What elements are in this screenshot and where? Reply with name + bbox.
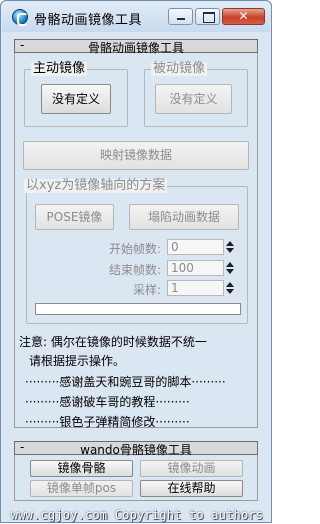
sample-spinner[interactable]: 1 xyxy=(167,280,234,296)
passive-mirror-button-label: 没有定义 xyxy=(169,92,218,106)
start-frame-value: 0 xyxy=(171,240,179,254)
minimize-button[interactable] xyxy=(168,8,193,25)
rollout-header-wando-tool[interactable]: - wando骨骼镜像工具 xyxy=(14,440,258,457)
end-frame-value: 100 xyxy=(171,261,194,275)
passive-mirror-label: 被动镜像 xyxy=(151,61,208,76)
end-frame-label: 结束帧数: xyxy=(108,263,161,277)
spinner-arrows-icon[interactable] xyxy=(225,280,235,296)
sample-label: 采样: xyxy=(132,283,161,297)
active-mirror-button[interactable]: 没有定义 xyxy=(41,84,111,114)
mirror-single-frame-label: 镜像单帧pos xyxy=(46,481,117,495)
pose-mirror-label: POSE镜像 xyxy=(46,210,103,224)
app-icon xyxy=(12,9,28,26)
maximize-button[interactable] xyxy=(195,8,220,25)
active-mirror-label: 主动镜像 xyxy=(31,61,88,76)
axis-scheme-group: 以xyz为镜像轴向的方案 POSE镜像 塌陷动画数据 开始帧数: 0 结束帧数:… xyxy=(24,179,248,324)
mirror-anim-label: 镜像动画 xyxy=(167,461,216,475)
start-frame-label: 开始帧数: xyxy=(108,242,161,256)
progress-bar xyxy=(35,303,241,315)
online-help-button[interactable]: 在线帮助 xyxy=(140,480,243,497)
end-frame-spinner[interactable]: 100 xyxy=(167,260,234,276)
rollout-body-wando-tool: 镜像骨骼 镜像动画 镜像单帧pos 在线帮助 xyxy=(14,455,258,501)
mirror-bone-button[interactable]: 镜像骨骼 xyxy=(30,460,133,477)
spinner-arrows-icon[interactable] xyxy=(225,239,235,255)
app-window: 骨骼动画镜像工具 ✕ - 骨骼动画镜像工具 主动镜像 没有定义 被动镜像 没有定… xyxy=(0,0,272,523)
map-mirror-data-label: 映射镜像数据 xyxy=(99,148,172,162)
collapse-anim-button[interactable]: 塌陷动画数据 xyxy=(129,204,239,230)
active-mirror-button-label: 没有定义 xyxy=(51,92,100,106)
note-line-4: ·········感谢破车哥的教程········· xyxy=(25,395,190,409)
sample-value: 1 xyxy=(171,281,179,295)
window-title: 骨骼动画镜像工具 xyxy=(34,13,143,28)
pose-mirror-button[interactable]: POSE镜像 xyxy=(35,204,114,230)
map-mirror-data-button[interactable]: 映射镜像数据 xyxy=(23,141,249,170)
note-line-5: ·········银色子弹精简修改········· xyxy=(25,415,190,429)
close-button[interactable]: ✕ xyxy=(222,8,265,25)
passive-mirror-button[interactable]: 没有定义 xyxy=(155,84,232,114)
active-mirror-group: 主动镜像 没有定义 xyxy=(24,62,128,127)
note-line-1: 注意: 偶尔在镜像的时候数据不统一 xyxy=(19,335,207,349)
axis-scheme-label: 以xyz为镜像轴向的方案 xyxy=(24,178,168,193)
online-help-label: 在线帮助 xyxy=(167,481,216,495)
spinner-arrows-icon[interactable] xyxy=(225,260,235,276)
mirror-bone-label: 镜像骨骼 xyxy=(57,461,106,475)
title-bar[interactable]: 骨骼动画镜像工具 ✕ xyxy=(2,2,270,32)
collapse-anim-label: 塌陷动画数据 xyxy=(147,210,220,224)
note-line-2: 请根据提示操作。 xyxy=(29,354,126,368)
passive-mirror-group: 被动镜像 没有定义 xyxy=(144,62,248,127)
rollout-header-mirror-tool[interactable]: - 骨骼动画镜像工具 xyxy=(14,38,258,55)
mirror-single-frame-button[interactable]: 镜像单帧pos xyxy=(30,480,133,497)
note-line-3: ·········感谢盖天和豌豆哥的脚本········· xyxy=(25,375,226,389)
close-icon: ✕ xyxy=(238,9,249,23)
watermark: www.cgjoy.com Copyright to authors xyxy=(10,508,264,522)
rollout-body-mirror-tool: 主动镜像 没有定义 被动镜像 没有定义 映射镜像数据 以xyz为镜像轴向的方案 … xyxy=(14,53,258,429)
start-frame-spinner[interactable]: 0 xyxy=(167,239,234,255)
mirror-anim-button[interactable]: 镜像动画 xyxy=(140,460,243,477)
